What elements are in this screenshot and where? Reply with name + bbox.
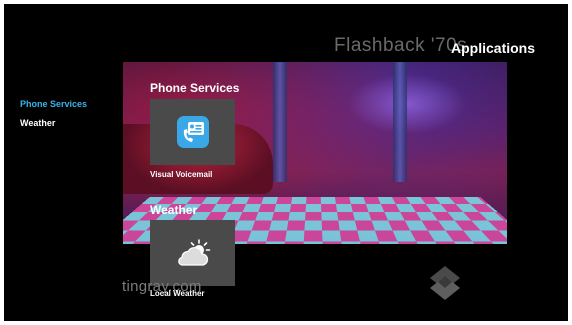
visual-voicemail-label: Visual Voicemail bbox=[150, 170, 213, 179]
section-heading-weather: Weather bbox=[150, 203, 198, 217]
sidebar: Phone Services Weather bbox=[20, 99, 87, 137]
local-weather-tile[interactable] bbox=[150, 220, 235, 286]
section-heading-phone-services: Phone Services bbox=[150, 81, 240, 95]
channel-title: Flashback '70s bbox=[334, 35, 468, 56]
voicemail-contact-card-icon bbox=[176, 116, 209, 148]
cloud-sun-icon bbox=[177, 239, 210, 266]
local-weather-label: Local Weather bbox=[150, 289, 205, 298]
sidebar-item-weather[interactable]: Weather bbox=[20, 118, 87, 128]
visual-voicemail-tile[interactable] bbox=[150, 99, 235, 165]
sidebar-item-phone-services[interactable]: Phone Services bbox=[20, 99, 87, 109]
tv-screen: Flashback '70s Applications Phone Servic… bbox=[4, 4, 568, 321]
brand-logo-icon bbox=[430, 266, 460, 300]
page-title: Applications bbox=[451, 40, 536, 56]
